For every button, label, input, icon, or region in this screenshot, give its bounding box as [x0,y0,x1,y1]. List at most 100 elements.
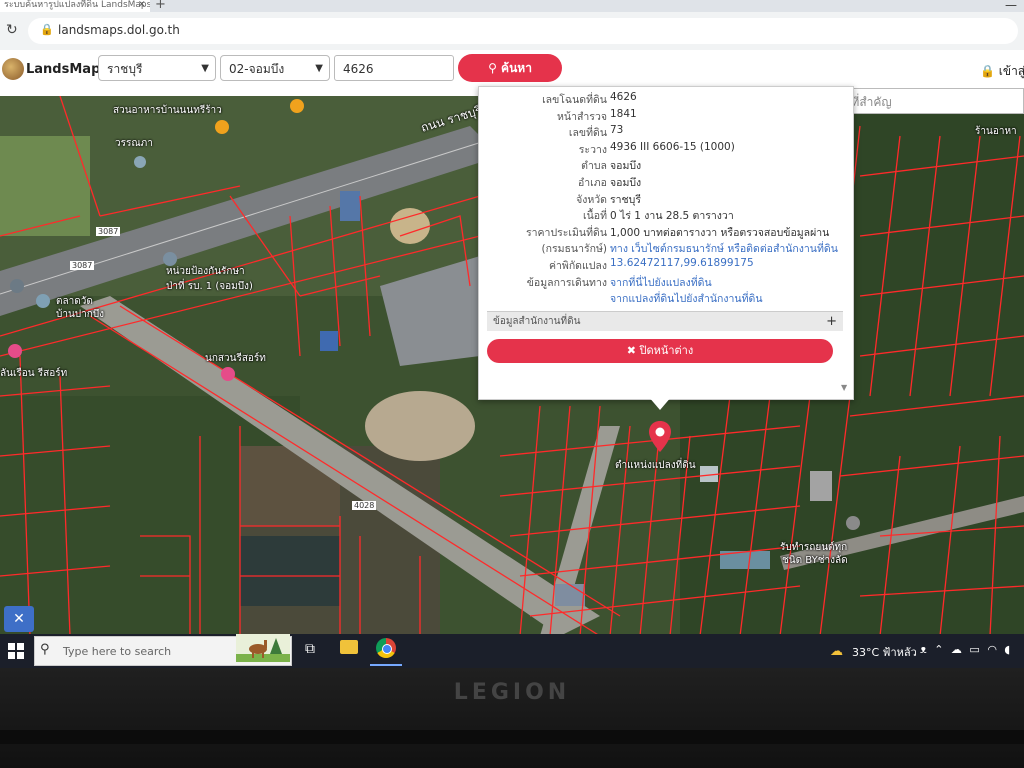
close-popup-button[interactable]: ✖ ปิดหน้าต่าง [487,339,833,363]
parcel-info-label: ระวาง [578,143,607,156]
parcel-info-value[interactable]: จากแปลงที่ดินไปยังสำนักงานที่ดิน [610,290,763,307]
parcel-info-label: เลขที่ดิน [568,127,607,140]
parcel-info-label: ค่าพิกัดแปลง [548,260,607,272]
tab-strip: ระบบค้นหารูปแปลงที่ดิน LandsMaps กรมที่ด… [0,0,1024,12]
place-pin-icon[interactable] [36,294,50,308]
parcel-info-row: (กรมธนารักษ์) ทาง เว็บไซต์กรมธนารักษ์ หรื… [479,240,851,258]
restaurant-pin-icon[interactable] [215,120,229,134]
parcel-info-value: จอมบึง [610,177,642,189]
parcel-info-label: ข้อมูลการเดินทาง [526,276,607,289]
login-label: เข้าสู่ร [998,64,1024,78]
reload-icon[interactable]: ↻ [6,22,18,38]
parcel-info-row: ค่าพิกัดแปลง 13.62472117,99.61899175 [479,257,851,275]
parcel-info-value[interactable]: จากที่นี่ไปยังแปลงที่ดิน [610,274,712,291]
parcel-info-value: จอมบึง [610,160,642,173]
parcel-info-row: เลขโฉนดที่ดิน 4626 [479,91,851,109]
logo-text: LandsMaps [26,62,109,77]
chevron-up-icon[interactable]: ⌃ [934,643,945,656]
search-button-label: ค้นหา [501,61,532,75]
land-office-section[interactable]: ข้อมูลสำนักงานที่ดิน + [487,311,843,331]
search-button[interactable]: ⚲ ค้นหา [458,54,562,82]
parcel-info-label: เนื้อที่ [583,210,607,223]
search-icon: ⚲ [488,61,497,75]
parcel-info-label: หน้าสำรวจ [557,110,607,123]
parcel-info-row: ราคาประเมินที่ดิน 1,000 บาทต่อตารางวา หรื… [479,224,851,242]
address-bar[interactable]: 🔒 landsmaps.dol.go.th [28,18,1018,44]
new-tab-button[interactable]: + [155,0,166,12]
map-label: นกสวนรีสอร์ท [205,353,266,364]
parcel-info-value[interactable]: ทาง เว็บไซต์กรมธนารักษ์ หรือติดต่อสำนักง… [610,240,838,257]
system-tray[interactable]: ᴥ ⌃ ☁ ▭ ◠ ◖ [920,643,1012,656]
chevron-down-icon: ▼ [201,63,209,74]
tab-title: ระบบค้นหารูปแปลงที่ดิน LandsMaps กรมที่ด… [4,0,150,10]
task-view-icon[interactable]: ⧉ [305,641,315,657]
browser-tab[interactable]: ระบบค้นหารูปแปลงที่ดิน LandsMaps กรมที่ด… [0,0,150,12]
parcel-info-label: ราคาประเมินที่ดิน [525,226,607,239]
district-value: 02-จอมบึง [229,62,285,76]
parcel-info-label: ตำบล [581,160,607,173]
windows-start-icon[interactable] [8,643,24,659]
parcel-info-value: 1841 [610,107,637,120]
parcel-info-label: เลขโฉนดที่ดิน [542,94,607,106]
district-select[interactable]: 02-จอมบึง ▼ [220,55,330,81]
map-label: วรรณภา [115,138,153,149]
search-icon: ⚲ [40,642,50,657]
volume-icon[interactable]: ◖ [1004,643,1012,656]
land-office-label: ข้อมูลสำนักงานที่ดิน [493,316,581,327]
lock-icon[interactable]: 🔒 [40,23,54,36]
minimize-icon[interactable]: — [1005,0,1017,12]
screen: ระบบค้นหารูปแปลงที่ดิน LandsMaps กรมที่ด… [0,0,1024,668]
highway-label: 4028 [352,501,377,510]
parcel-info-value: 4936 III 6606-15 (1000) [610,140,735,153]
province-value: ราชบุรี [107,62,143,76]
weather-icon[interactable]: ☁ [830,644,843,659]
location-pin-icon[interactable] [647,420,673,454]
restaurant-pin-icon[interactable] [290,99,304,113]
parcel-number-input[interactable]: 4626 [334,55,454,81]
wifi-icon[interactable]: ◠ [987,643,999,656]
people-icon[interactable]: ᴥ [920,643,929,656]
highway-label: 3087 [70,261,95,270]
map-label: ป่าที่ รบ. 1 (จอมบึง) [166,281,253,292]
resort-pin-icon[interactable] [221,367,235,381]
highway-label: 3087 [96,227,121,236]
parcel-info-popup: เลขโฉนดที่ดิน 4626 หน้าสำรวจ 1841 เลขที่ดิน 7… [478,86,854,400]
expand-icon[interactable]: + [826,312,837,332]
parcel-info-value: 4626 [610,91,637,103]
parcel-info-row: อำเภอ จอมบึง [479,174,851,192]
parcel-info-row: ระวาง 4936 III 6606-15 (1000) [479,141,851,159]
scroll-down-icon[interactable]: ▼ [841,383,847,392]
parcel-info-row: หน้าสำรวจ 1841 [479,108,851,126]
parcel-info-label: จังหวัด [576,193,607,206]
widgets-icon[interactable]: ✕ [4,606,34,632]
place-pin-icon[interactable] [134,156,146,168]
url-text: landsmaps.dol.go.th [58,23,180,37]
map-label: สวนอาหารบ้านนนทรีร้าว [113,105,222,116]
parcel-info-value: ราชบุรี [610,193,641,206]
parcel-info-row: ข้อมูลการเดินทาง จากที่นี่ไปยังแปลงที่ดิน [479,274,851,292]
province-select[interactable]: ราชบุรี ▼ [98,55,216,81]
weather-text[interactable]: 33°C ฟ้าหลัว [852,643,917,661]
cloud-icon[interactable]: ☁ [951,643,964,656]
battery-icon[interactable]: ▭ [969,643,981,656]
parcel-info-label: (กรมธนารักษ์) [541,243,607,256]
chrome-icon-center [382,644,392,654]
close-icon[interactable]: ✕ [138,0,146,10]
parcel-marker-label: ตำแหน่งแปลงที่ดิน [615,460,696,471]
active-app-indicator [370,664,402,666]
map-label: หน่วยป้องกันรักษา [166,266,245,277]
login-link[interactable]: 🔒 เข้าสู่ร [980,62,1024,81]
resort-pin-icon[interactable] [8,344,22,358]
place-pin-icon[interactable] [10,279,24,293]
map-label: ลันเรือน รีสอร์ท [0,368,68,379]
file-explorer-icon[interactable] [340,640,358,654]
service-pin-icon[interactable] [846,516,860,530]
parcel-info-value[interactable]: 13.62472117,99.61899175 [610,257,754,269]
popup-pointer [648,396,672,410]
address-bar-row: ↻ 🔒 landsmaps.dol.go.th [0,12,1024,51]
chevron-down-icon: ▼ [315,63,323,74]
parcel-info-row: จากแปลงที่ดินไปยังสำนักงานที่ดิน [479,290,851,308]
laptop-hinge [0,730,1024,744]
parcel-info-row: จังหวัด ราชบุรี [479,191,851,209]
parcel-info-value: 73 [610,124,624,137]
